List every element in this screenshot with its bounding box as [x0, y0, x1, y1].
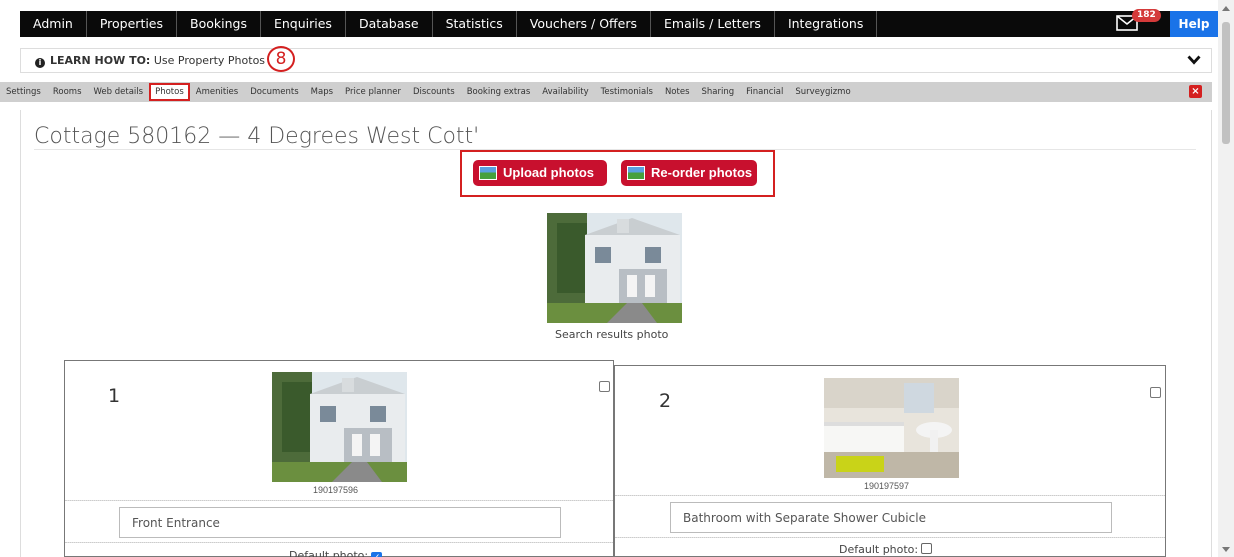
info-icon: i: [35, 58, 45, 68]
card-divider: [615, 495, 1165, 496]
default-photo-row: Default photo:: [839, 543, 933, 556]
default-photo-checkbox[interactable]: [921, 543, 933, 554]
tab-availability[interactable]: Availability: [536, 85, 594, 99]
scroll-up-arrow-icon[interactable]: [1222, 6, 1230, 11]
search-results-caption: Search results photo: [555, 328, 669, 341]
step-number-marker: 8: [267, 46, 295, 72]
card-divider: [615, 537, 1165, 538]
photo-number: 2: [659, 390, 672, 412]
property-subtabs: Settings Rooms Web details Photos Amenit…: [0, 82, 1212, 102]
default-photo-row: Default photo:✓: [289, 549, 383, 557]
page-title: Cottage 580162 — 4 Degrees West Cott': [34, 124, 480, 149]
photo-id: 190197596: [313, 485, 359, 495]
image-icon: [627, 166, 645, 180]
tab-financial[interactable]: Financial: [740, 85, 789, 99]
tab-maps[interactable]: Maps: [305, 85, 339, 99]
learn-how-text: Use Property Photos: [153, 54, 266, 67]
tab-discounts[interactable]: Discounts: [407, 85, 461, 99]
nav-database[interactable]: Database: [346, 11, 433, 37]
reorder-photos-label: Re-order photos: [651, 165, 753, 180]
nav-emails-letters[interactable]: Emails / Letters: [651, 11, 775, 37]
tab-surveygizmo[interactable]: Surveygizmo: [789, 85, 856, 99]
help-button[interactable]: Help: [1170, 11, 1218, 37]
learn-how-bar[interactable]: i LEARN HOW TO: Use Property Photos 8: [20, 46, 1212, 73]
card-divider: [65, 500, 613, 501]
scroll-thumb[interactable]: [1222, 22, 1230, 144]
photo-card-1: 1 190197596 Front Entrance Default photo…: [64, 360, 614, 557]
top-nav-bar: Admin Properties Bookings Enquiries Data…: [20, 11, 1218, 37]
photo-caption-input[interactable]: Bathroom with Separate Shower Cubicle: [670, 502, 1112, 533]
image-icon: [479, 166, 497, 180]
close-icon[interactable]: ×: [1189, 85, 1202, 98]
default-photo-label: Default photo:: [839, 543, 919, 556]
photo-select-checkbox[interactable]: [1150, 387, 1161, 398]
photo-thumbnail[interactable]: [824, 378, 959, 478]
mail-count-badge: 182: [1132, 9, 1161, 22]
nav-bookings[interactable]: Bookings: [177, 11, 261, 37]
upload-photos-button[interactable]: Upload photos: [473, 160, 607, 186]
nav-vouchers-offers[interactable]: Vouchers / Offers: [517, 11, 651, 37]
photo-thumbnail[interactable]: [272, 372, 407, 482]
default-photo-label: Default photo:: [289, 549, 369, 557]
nav-integrations[interactable]: Integrations: [775, 11, 878, 37]
nav-statistics[interactable]: Statistics: [433, 11, 517, 37]
photo-id: 190197597: [864, 481, 910, 491]
photo-caption-input[interactable]: Front Entrance: [119, 507, 561, 538]
tab-testimonials[interactable]: Testimonials: [595, 85, 659, 99]
mail-button[interactable]: 182: [1116, 9, 1161, 36]
reorder-photos-button[interactable]: Re-order photos: [621, 160, 757, 186]
nav-admin[interactable]: Admin: [20, 11, 87, 37]
tab-booking-extras[interactable]: Booking extras: [461, 85, 537, 99]
tab-photos[interactable]: Photos: [149, 83, 190, 101]
photo-card-2: 2 190197597 Bathroom with Separate Showe…: [614, 365, 1166, 557]
photo-number: 1: [108, 385, 121, 407]
chevron-down-icon[interactable]: [1187, 55, 1201, 65]
tab-sharing[interactable]: Sharing: [696, 85, 741, 99]
nav-properties[interactable]: Properties: [87, 11, 178, 37]
tab-amenities[interactable]: Amenities: [190, 85, 244, 99]
card-divider: [65, 542, 613, 543]
tab-web-details[interactable]: Web details: [88, 85, 150, 99]
tab-documents[interactable]: Documents: [244, 85, 304, 99]
upload-photos-label: Upload photos: [503, 165, 594, 180]
default-photo-checkbox[interactable]: ✓: [371, 552, 383, 557]
tab-rooms[interactable]: Rooms: [47, 85, 88, 99]
tab-notes[interactable]: Notes: [659, 85, 696, 99]
top-nav: Admin Properties Bookings Enquiries Data…: [0, 0, 1218, 37]
photo-select-checkbox[interactable]: [599, 381, 610, 392]
page-scrollbar[interactable]: [1218, 0, 1234, 557]
scroll-down-arrow-icon[interactable]: [1222, 547, 1230, 552]
tab-settings[interactable]: Settings: [0, 85, 47, 99]
nav-enquiries[interactable]: Enquiries: [261, 11, 346, 37]
tab-price-planner[interactable]: Price planner: [339, 85, 407, 99]
learn-how-prefix: LEARN HOW TO:: [50, 54, 151, 67]
search-results-photo[interactable]: [547, 213, 682, 323]
